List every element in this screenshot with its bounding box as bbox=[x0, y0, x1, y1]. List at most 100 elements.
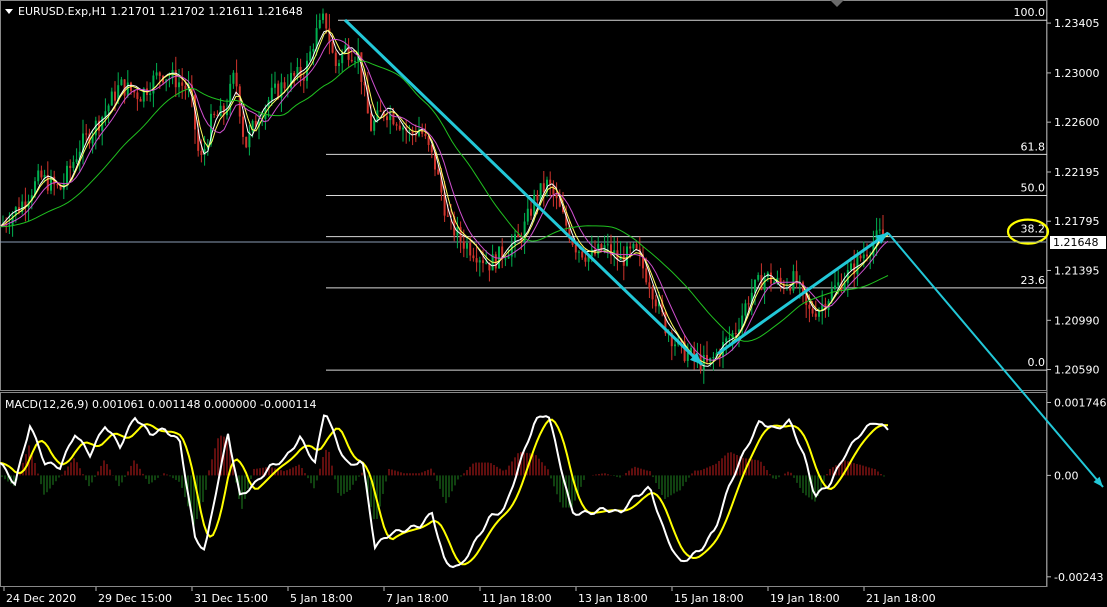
candle-body bbox=[584, 257, 587, 262]
price-tick-label: 1.21795 bbox=[1054, 215, 1100, 228]
macd-axis: 0.001746 0.00 -0.00243 bbox=[1047, 397, 1107, 584]
candle-body bbox=[277, 83, 280, 98]
time-tick-label: 29 Dec 15:00 bbox=[98, 592, 172, 605]
time-tick-label: 5 Jan 18:00 bbox=[290, 592, 353, 605]
candle-body bbox=[245, 136, 248, 148]
candle-body bbox=[674, 344, 676, 347]
candle-body bbox=[424, 133, 427, 137]
candle-body bbox=[494, 254, 497, 269]
candle-body bbox=[850, 263, 852, 270]
candle-body bbox=[498, 246, 500, 269]
candle-body bbox=[402, 127, 404, 130]
candle-body bbox=[232, 72, 235, 84]
candle-body bbox=[482, 260, 484, 264]
time-tick-label: 11 Jan 18:00 bbox=[482, 592, 552, 605]
price-tick-label: 1.22195 bbox=[1054, 166, 1100, 179]
candle-body bbox=[155, 72, 158, 76]
candle-body bbox=[94, 120, 97, 136]
fib-level-label: 38.2 bbox=[1021, 223, 1046, 236]
candle-body bbox=[149, 93, 152, 96]
candle-body bbox=[46, 174, 49, 191]
candle-body bbox=[725, 338, 728, 343]
candle-body bbox=[242, 116, 244, 137]
candle-body bbox=[590, 249, 593, 257]
time-tick-label: 15 Jan 18:00 bbox=[674, 592, 744, 605]
candle-body bbox=[446, 215, 449, 217]
price-axis: 1.23405 1.23000 1.22600 1.22195 1.21795 1.213… bbox=[1047, 17, 1100, 377]
candle-body bbox=[837, 282, 840, 286]
candle-body bbox=[334, 52, 337, 67]
time-tick-label: 31 Dec 15:00 bbox=[194, 592, 268, 605]
candle-body bbox=[293, 72, 296, 76]
candle-body bbox=[763, 277, 766, 290]
candle-body bbox=[395, 124, 398, 126]
time-tick-label: 19 Jan 18:00 bbox=[770, 592, 840, 605]
candle-body bbox=[350, 59, 353, 62]
candle-body bbox=[75, 159, 78, 162]
candle-body bbox=[811, 308, 814, 314]
candle-body bbox=[437, 169, 440, 175]
fib-level-label: 50.0 bbox=[1021, 182, 1046, 195]
candle-body bbox=[469, 243, 472, 256]
candle-body bbox=[606, 244, 609, 246]
candle-body bbox=[338, 63, 340, 67]
fib-level-label: 0.0 bbox=[1028, 356, 1046, 369]
macd-tick-label: 0.001746 bbox=[1054, 397, 1107, 410]
candle-body bbox=[504, 258, 507, 260]
candle-body bbox=[808, 304, 811, 309]
candle-body bbox=[878, 229, 881, 231]
candle-body bbox=[792, 271, 795, 291]
candle-body bbox=[734, 333, 737, 335]
candle-body bbox=[235, 72, 238, 87]
candle-body bbox=[757, 275, 760, 280]
candle-body bbox=[744, 303, 747, 316]
candle-body bbox=[139, 99, 142, 102]
candle-body bbox=[40, 170, 43, 178]
price-tick-label: 1.20590 bbox=[1054, 364, 1100, 377]
candle-body bbox=[37, 170, 40, 182]
candle-body bbox=[542, 183, 545, 193]
candle-body bbox=[814, 313, 817, 317]
price-tick-label: 1.21395 bbox=[1054, 264, 1100, 277]
price-tick-label: 1.23000 bbox=[1054, 67, 1100, 80]
candle-body bbox=[85, 133, 88, 135]
price-tick-label: 1.20990 bbox=[1054, 314, 1100, 327]
candle-body bbox=[862, 254, 865, 259]
candle-body bbox=[178, 82, 180, 88]
candle-body bbox=[331, 42, 334, 53]
current-price-label: 1.21648 bbox=[1053, 236, 1099, 249]
candle-body bbox=[213, 113, 216, 115]
candle-body bbox=[517, 234, 520, 238]
candle-body bbox=[43, 174, 46, 178]
candle-body bbox=[728, 338, 731, 340]
symbol-header: EURUSD.Exp,H1 1.21701 1.21702 1.21611 1.… bbox=[18, 5, 303, 18]
fib-level-label: 23.6 bbox=[1021, 274, 1046, 287]
candle-body bbox=[645, 268, 648, 283]
candle-body bbox=[856, 255, 859, 275]
candle-body bbox=[466, 243, 468, 249]
candle-body bbox=[472, 255, 475, 259]
trading-chart[interactable]: 100.0 61.8 50.0 38.2 23.6 0.0 EURUSD.Exp,H1 1… bbox=[0, 0, 1107, 607]
candle-body bbox=[72, 161, 75, 168]
candle-body bbox=[274, 83, 276, 88]
candle-body bbox=[866, 254, 868, 257]
candle-body bbox=[66, 165, 68, 184]
candle-body bbox=[136, 92, 139, 100]
candle-body bbox=[408, 130, 411, 132]
candle-body bbox=[386, 116, 388, 121]
candle-body bbox=[181, 82, 184, 86]
time-tick-label: 13 Jan 18:00 bbox=[578, 592, 648, 605]
candle-body bbox=[581, 251, 584, 258]
time-axis: 24 Dec 2020 29 Dec 15:00 31 Dec 15:00 5 Jan… bbox=[3, 587, 936, 605]
candle-body bbox=[846, 269, 849, 283]
candle-body bbox=[107, 105, 110, 112]
candle-body bbox=[373, 120, 376, 131]
time-tick-label: 7 Jan 18:00 bbox=[386, 592, 449, 605]
candle-body bbox=[507, 256, 510, 259]
candle-body bbox=[283, 82, 286, 89]
candle-body bbox=[110, 91, 113, 106]
candle-body bbox=[578, 251, 580, 253]
candle-body bbox=[789, 287, 792, 291]
candle-body bbox=[174, 70, 177, 88]
time-tick-label: 24 Dec 2020 bbox=[6, 592, 76, 605]
